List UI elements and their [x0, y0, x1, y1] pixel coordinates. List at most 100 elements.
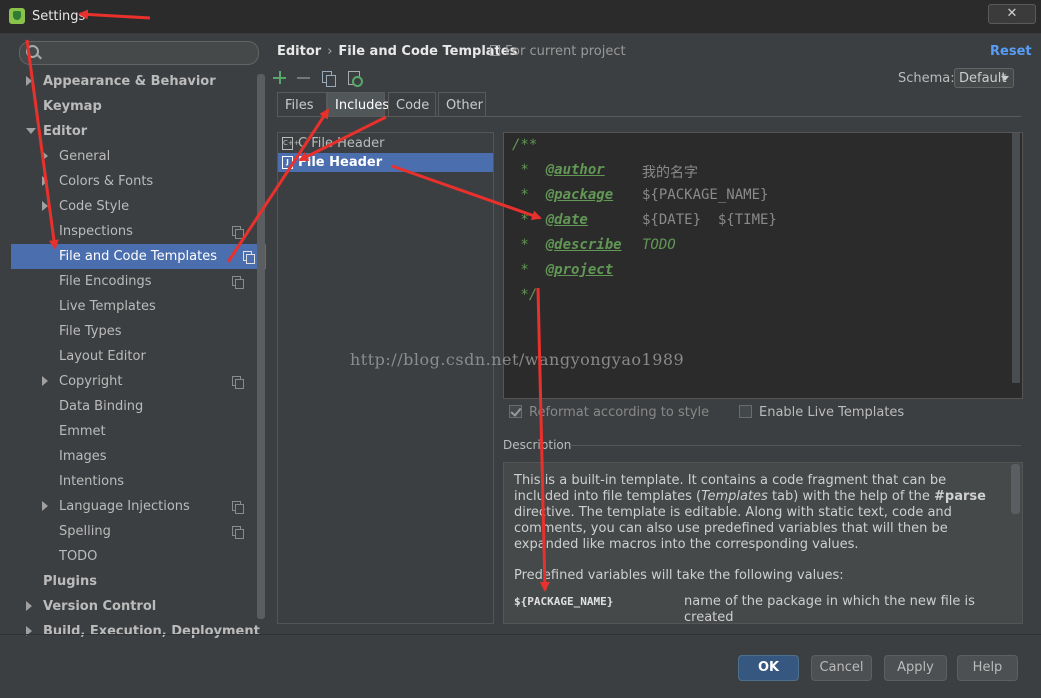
- sidebar-item[interactable]: File Encodings: [0, 269, 255, 294]
- description-divider: [570, 445, 1021, 446]
- chevron-down-icon[interactable]: [26, 128, 36, 134]
- reformat-checkbox-box[interactable]: [509, 405, 522, 418]
- sidebar-item[interactable]: Colors & Fonts: [0, 169, 255, 194]
- live-templates-checkbox-box[interactable]: [739, 405, 752, 418]
- sidebar-item-label: TODO: [59, 549, 98, 564]
- add-icon[interactable]: [272, 70, 288, 86]
- scope-label: For current project: [490, 44, 626, 59]
- comment-prefix: /**: [512, 137, 538, 153]
- reformat-checkbox[interactable]: Reformat according to style: [509, 404, 709, 422]
- chevron-right-icon[interactable]: [42, 201, 48, 211]
- project-settings-icon: [232, 526, 244, 539]
- sidebar-item[interactable]: Images: [0, 444, 255, 469]
- template-name: File Header: [298, 155, 383, 170]
- code-line: * @package ${PACKAGE_NAME}: [512, 187, 768, 203]
- sidebar-item[interactable]: Spelling: [0, 519, 255, 544]
- sidebar-item-label: Build, Execution, Deployment: [43, 624, 260, 639]
- sidebar-item[interactable]: Code Style: [0, 194, 255, 219]
- sidebar-item-label: Plugins: [43, 574, 97, 589]
- tab-code[interactable]: Code: [388, 92, 436, 117]
- chevron-right-icon[interactable]: [26, 76, 32, 86]
- reset-link[interactable]: Reset: [990, 44, 1032, 59]
- tab-files[interactable]: Files: [277, 92, 327, 117]
- apply-button[interactable]: Apply: [884, 655, 947, 681]
- sidebar-scrollbar[interactable]: [257, 74, 265, 619]
- schema-label: Schema:: [898, 71, 955, 86]
- file-template-icon: J: [282, 156, 293, 169]
- sidebar-item-label: Version Control: [43, 599, 157, 614]
- ok-button[interactable]: OK: [738, 655, 799, 681]
- chevron-right-icon[interactable]: [42, 376, 48, 386]
- sidebar-item[interactable]: Data Binding: [0, 394, 255, 419]
- tag-value: 我的名字: [642, 165, 698, 181]
- project-settings-icon: [232, 276, 244, 289]
- tag-value: TODO: [642, 237, 676, 253]
- comment-prefix: *: [512, 212, 546, 228]
- sidebar-item[interactable]: Plugins: [0, 569, 255, 594]
- search-input[interactable]: [19, 41, 259, 65]
- javadoc-tag: @date: [545, 212, 588, 228]
- sidebar-item[interactable]: Layout Editor: [0, 344, 255, 369]
- cancel-button[interactable]: Cancel: [811, 655, 872, 681]
- template-list-item[interactable]: C++ C File Header: [278, 134, 493, 153]
- sidebar-item[interactable]: Editor: [0, 119, 255, 144]
- sidebar-item[interactable]: TODO: [0, 544, 255, 569]
- sidebar-item-label: Appearance & Behavior: [43, 74, 216, 89]
- javadoc-tag: @author: [545, 162, 605, 178]
- breadcrumb: Editor › File and Code Templates: [277, 44, 517, 59]
- sidebar-item-label: Spelling: [59, 524, 111, 539]
- sidebar-item[interactable]: Build, Execution, Deployment: [0, 619, 260, 644]
- schema-dropdown[interactable]: Default: [954, 68, 1014, 88]
- sidebar-item[interactable]: Version Control: [0, 594, 255, 619]
- copy-icon[interactable]: [320, 70, 336, 87]
- sidebar-item[interactable]: Live Templates: [0, 294, 255, 319]
- tab-divider: [277, 116, 1021, 117]
- variable-description: name of the package in which the new fil…: [684, 594, 975, 624]
- sidebar-item-label: Inspections: [59, 224, 133, 239]
- tab-includes[interactable]: Includes: [327, 92, 389, 117]
- editor-scrollbar[interactable]: [1012, 133, 1020, 383]
- sidebar-item[interactable]: File and Code Templates: [11, 244, 266, 269]
- javadoc-tag: @project: [545, 262, 614, 278]
- live-templates-checkbox[interactable]: Enable Live Templates: [739, 404, 904, 422]
- tab-other[interactable]: Other: [438, 92, 486, 117]
- project-settings-icon: [243, 251, 255, 264]
- comment-prefix: */: [512, 287, 538, 303]
- reset-to-default-icon[interactable]: [346, 70, 363, 87]
- sidebar-item[interactable]: Inspections: [0, 219, 255, 244]
- sidebar-item[interactable]: General: [0, 144, 255, 169]
- comment-prefix: *: [512, 162, 546, 178]
- template-list-item[interactable]: J File Header: [278, 153, 493, 172]
- sidebar-item[interactable]: Keymap: [0, 94, 255, 119]
- reformat-label: Reformat according to style: [529, 405, 710, 420]
- chevron-right-icon[interactable]: [42, 176, 48, 186]
- sidebar-item-label: Data Binding: [59, 399, 144, 414]
- code-line: * @date ${DATE} ${TIME}: [512, 212, 776, 228]
- sidebar-item[interactable]: Emmet: [0, 419, 255, 444]
- sidebar-item[interactable]: Language Injections: [0, 494, 255, 519]
- sidebar-item[interactable]: Intentions: [0, 469, 255, 494]
- sidebar-item-label: Colors & Fonts: [59, 174, 154, 189]
- sidebar-item-label: File and Code Templates: [59, 249, 217, 264]
- chevron-right-icon[interactable]: [42, 501, 48, 511]
- remove-icon[interactable]: [296, 70, 312, 86]
- sidebar-item[interactable]: Copyright: [0, 369, 255, 394]
- chevron-right-icon[interactable]: [26, 601, 32, 611]
- close-button[interactable]: ✕: [988, 4, 1036, 24]
- description-part: directive. The template is editable. Alo…: [514, 505, 952, 552]
- search-icon: [26, 45, 39, 58]
- sidebar-item-label: Copyright: [59, 374, 123, 389]
- project-settings-icon: [232, 376, 244, 389]
- chevron-right-icon[interactable]: [42, 151, 48, 161]
- description-scrollbar[interactable]: [1011, 464, 1020, 514]
- description-text: This is a built-in template. It contains…: [514, 473, 994, 553]
- sidebar-item-label: Keymap: [43, 99, 102, 114]
- sidebar-item[interactable]: Appearance & Behavior: [0, 69, 255, 94]
- project-scope-icon: [490, 45, 500, 56]
- window-title: Settings: [32, 9, 86, 24]
- sidebar-item-label: Layout Editor: [59, 349, 146, 364]
- sidebar-item[interactable]: File Types: [0, 319, 255, 344]
- watermark-text: http://blog.csdn.net/wangyongyao1989: [350, 350, 685, 369]
- help-button[interactable]: Help: [957, 655, 1018, 681]
- scope-text: For current project: [505, 44, 626, 59]
